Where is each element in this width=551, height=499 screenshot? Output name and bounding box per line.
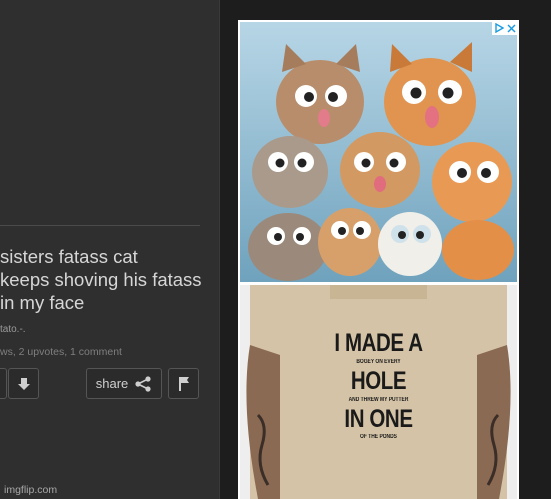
upvote-button[interactable] [0, 368, 7, 399]
flag-button[interactable] [168, 368, 199, 399]
flag-icon [178, 376, 189, 391]
shirt-line-2: BOGEY ON EVERY [356, 359, 401, 365]
close-icon[interactable] [507, 23, 516, 33]
downvote-icon [17, 377, 30, 390]
share-label: share [95, 376, 129, 391]
share-icon [135, 375, 151, 392]
post-panel: sisters fatass cat keeps shoving his fat… [0, 0, 220, 499]
downvote-button[interactable] [8, 368, 39, 399]
shirt-line-6: OF THE PONDS [360, 434, 397, 440]
post-title[interactable]: sisters fatass cat keeps shoving his fat… [0, 245, 210, 314]
imgflip-watermark: imgflip.com [4, 484, 58, 496]
shirt-line-5: IN ONE [344, 405, 413, 433]
shirt-line-3: HOLE [350, 367, 407, 395]
ad-cats-image[interactable] [240, 22, 517, 282]
share-button[interactable]: share [86, 368, 162, 399]
divider [0, 225, 200, 226]
shirt-line-4: AND THREW MY PUTTER [348, 397, 409, 403]
shirt-line-1: I MADE A [334, 329, 423, 357]
ad-tshirt-image[interactable]: I MADE A BOGEY ON EVERY HOLE AND THREW M… [240, 285, 517, 499]
post-stats: ws, 2 upvotes, 1 comment [0, 346, 122, 358]
advertisement[interactable]: I MADE A BOGEY ON EVERY HOLE AND THREW M… [238, 20, 519, 499]
adchoices-badge[interactable] [492, 21, 518, 35]
post-author[interactable]: tato.-. [0, 324, 26, 335]
adchoices-icon[interactable] [494, 23, 504, 33]
